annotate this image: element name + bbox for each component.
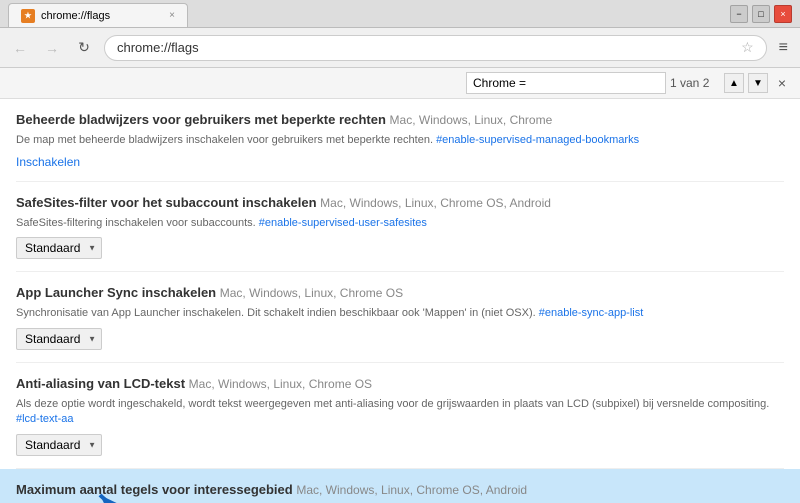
section-desc: Als deze optie wordt ingeschakeld, wordt… <box>16 397 784 428</box>
section-desc: SafeSites-filtering inschakelen voor sub… <box>16 216 784 231</box>
bookmark-icon[interactable]: ☆ <box>741 39 754 56</box>
section-safesites: SafeSites-filter voor het subaccount ins… <box>16 182 784 273</box>
flags-content: Beheerde bladwijzers voor gebruikers met… <box>0 99 800 503</box>
tab-favicon: ★ <box>21 9 35 23</box>
antialiasing-dropdown[interactable]: Standaard <box>16 434 102 456</box>
section-app-launcher: App Launcher Sync inschakelen Mac, Windo… <box>16 272 784 363</box>
tab-close-button[interactable]: × <box>169 10 175 21</box>
section-link[interactable]: #enable-supervised-user-safesites <box>259 217 427 229</box>
section-title: Anti-aliasing van LCD-tekst Mac, Windows… <box>16 375 784 393</box>
tab-area: ★ chrome://flags × <box>8 0 730 27</box>
close-button[interactable]: × <box>774 5 792 23</box>
active-tab[interactable]: ★ chrome://flags × <box>8 3 188 27</box>
url-bar[interactable]: chrome://flags ☆ <box>104 35 767 61</box>
safesites-dropdown[interactable]: Standaard <box>16 237 102 259</box>
search-prev-button[interactable]: ▲ <box>724 73 744 93</box>
section-desc: Synchronisatie van App Launcher inschake… <box>16 306 784 321</box>
forward-button[interactable]: → <box>40 36 64 60</box>
window-controls: − □ × <box>730 5 792 23</box>
section-link[interactable]: #lcd-text-aa <box>16 413 73 425</box>
maximize-button[interactable]: □ <box>752 5 770 23</box>
section-title: Beheerde bladwijzers voor gebruikers met… <box>16 111 784 129</box>
section-title: SafeSites-filter voor het subaccount ins… <box>16 194 784 212</box>
section-max-tiles: Maximum aantal tegels voor interessegebi… <box>0 469 800 503</box>
back-button[interactable]: ← <box>8 36 32 60</box>
search-close-button[interactable]: × <box>772 73 792 93</box>
section-title: Maximum aantal tegels voor interessegebi… <box>16 481 784 499</box>
section-link[interactable]: #enable-sync-app-list <box>539 307 644 319</box>
minimize-button[interactable]: − <box>730 5 748 23</box>
search-count: 1 van 2 <box>670 76 720 90</box>
menu-icon[interactable]: ≡ <box>775 35 792 61</box>
url-text: chrome://flags <box>117 40 735 55</box>
dropdown-wrap: Standaard ▼ <box>16 237 102 259</box>
app-launcher-dropdown[interactable]: Standaard <box>16 328 102 350</box>
section-desc: De map met beheerde bladwijzers inschake… <box>16 133 784 148</box>
dropdown-wrap: Standaard ▼ <box>16 434 102 456</box>
search-next-button[interactable]: ▼ <box>748 73 768 93</box>
dropdown-wrap: Standaard ▼ <box>16 328 102 350</box>
tab-title: chrome://flags <box>41 10 110 22</box>
section-supervised-bookmarks: Beheerde bladwijzers voor gebruikers met… <box>16 99 784 182</box>
search-bar: 1 van 2 ▲ ▼ × <box>0 68 800 99</box>
refresh-button[interactable]: ↻ <box>72 36 96 60</box>
section-title: App Launcher Sync inschakelen Mac, Windo… <box>16 284 784 302</box>
search-input[interactable] <box>466 72 666 94</box>
section-antialiasing: Anti-aliasing van LCD-tekst Mac, Windows… <box>16 363 784 469</box>
enable-link[interactable]: Inschakelen <box>16 155 80 169</box>
section-link[interactable]: #enable-supervised-managed-bookmarks <box>436 134 639 146</box>
title-bar: ★ chrome://flags × − □ × <box>0 0 800 28</box>
address-bar: ← → ↻ chrome://flags ☆ ≡ <box>0 28 800 68</box>
